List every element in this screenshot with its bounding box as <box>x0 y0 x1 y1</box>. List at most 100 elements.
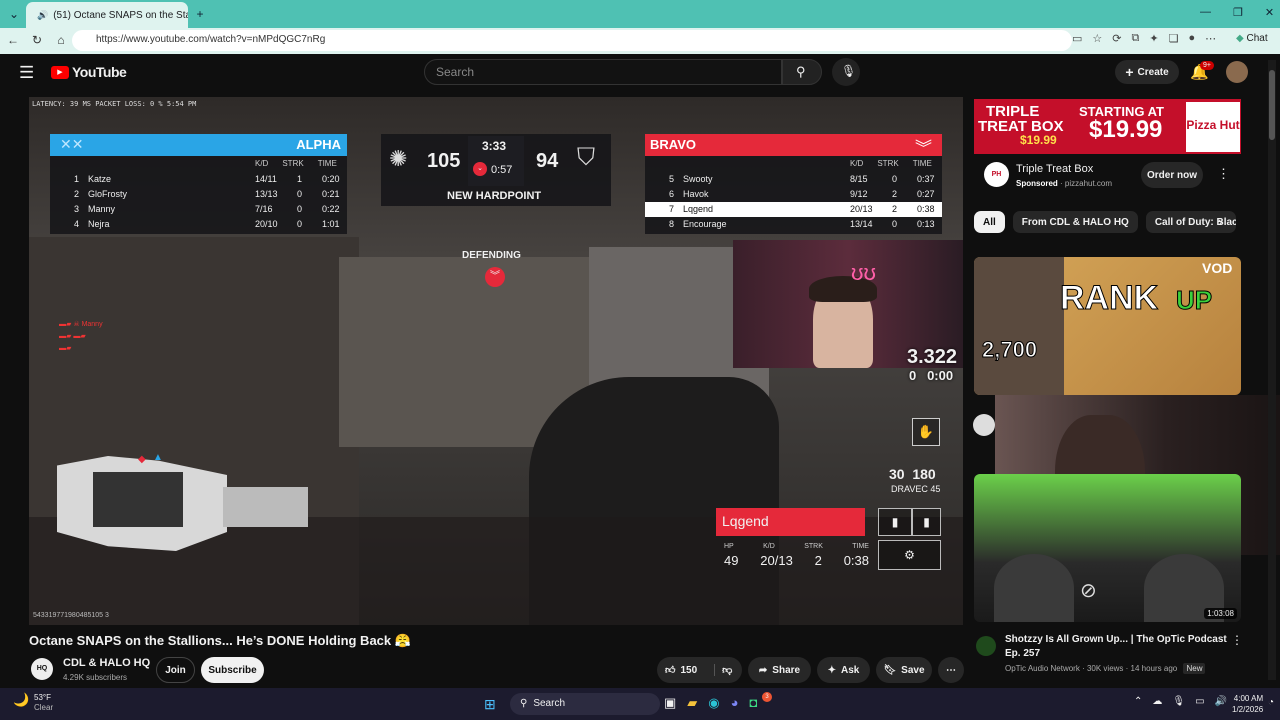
player-time: 0:20 <box>322 174 340 184</box>
voice-search-button[interactable]: 🎙 <box>832 58 860 86</box>
taskbar-clock[interactable]: 4:00 AM 1/2/2026 <box>1232 693 1263 715</box>
window-controls: — ❐ ✕ <box>1200 6 1274 19</box>
col-kd: K/D <box>255 159 269 168</box>
refresh-extension-icon[interactable]: ⟳ <box>1112 32 1121 45</box>
clock-time: 4:00 AM <box>1233 694 1264 703</box>
save-button[interactable]: 🔖︎ Save <box>876 657 932 683</box>
ad-price-small: $19.99 <box>1020 133 1057 147</box>
order-now-button[interactable]: Order now <box>1141 162 1203 188</box>
recommended-thumbnail-2[interactable]: ⊘ 1:03:08 <box>974 474 1241 622</box>
mic-icon[interactable]: 🎙 <box>1172 696 1185 707</box>
like-button[interactable]: 👍︎ 150 <box>665 664 697 677</box>
menu-icon[interactable]: ☰ <box>19 63 34 83</box>
tab-list-icon[interactable]: ⌄ <box>4 4 24 24</box>
channel-name[interactable]: CDL & HALO HQ <box>63 657 150 669</box>
weather-temp: 53°F <box>34 693 51 702</box>
chips-next-icon[interactable]: › <box>1218 214 1222 229</box>
score-right: 94 <box>536 150 559 172</box>
search-input[interactable]: Search <box>424 59 782 85</box>
player-number: 2 <box>74 189 80 199</box>
video-player[interactable]: LATENCY: 39 MS PACKET LOSS: 0 % 5:54 PM … <box>29 97 963 625</box>
ad-banner[interactable]: TRIPLE TREAT BOX $19.99 STARTING AT $19.… <box>974 99 1241 199</box>
dislike-button[interactable]: 👎︎ <box>714 664 732 676</box>
player-time: 0:37 <box>917 174 935 184</box>
channel-avatar-2[interactable] <box>973 414 995 436</box>
discord-icon[interactable]: ◕ <box>731 695 739 711</box>
player-streak: 2 <box>892 204 898 214</box>
youtube-logo[interactable]: ▶ YouTube <box>51 64 127 80</box>
maximize-icon[interactable]: ❐ <box>1233 6 1243 19</box>
minimize-icon[interactable]: — <box>1200 6 1211 19</box>
extension-icon[interactable]: ⧉ <box>1132 32 1140 45</box>
subscribe-button[interactable]: Subscribe <box>201 657 264 683</box>
stat-label-kd: K/D <box>763 543 775 550</box>
reload-icon[interactable]: ↻ <box>27 30 47 50</box>
display-icon[interactable]: ▭ <box>1195 696 1204 707</box>
channel-avatar[interactable]: HQ <box>31 658 53 680</box>
player-number: 6 <box>669 189 675 199</box>
alpha-player-row: 2 GloFrosty 13/13 0 0:21 <box>50 187 347 202</box>
tray-chevron-icon[interactable]: ⌃ <box>1134 696 1142 707</box>
weather-icon[interactable]: 🌙 <box>13 692 29 708</box>
col-kd: K/D <box>850 159 864 168</box>
profile-icon[interactable]: ● <box>1188 32 1195 45</box>
scrollbar-thumb[interactable] <box>1269 70 1275 140</box>
player-streak: 0 <box>297 189 303 199</box>
player-name: Encourage <box>683 219 727 229</box>
search-button[interactable]: ⚲ <box>782 59 822 85</box>
speaker-icon[interactable]: 🔊 <box>37 10 48 21</box>
player-name: Manny <box>88 204 116 214</box>
chip-channel[interactable]: From CDL & HALO HQ <box>1012 211 1138 233</box>
windows-start-icon[interactable]: ⊞ <box>484 696 496 713</box>
recommended-thumbnail-1[interactable]: VOD RANK UP 2,700 <box>974 257 1241 395</box>
collections-icon[interactable]: ❏ <box>1169 32 1179 45</box>
join-button[interactable]: Join <box>156 657 195 683</box>
ad-more-icon[interactable]: ⋮ <box>1217 166 1230 182</box>
new-tab-icon[interactable]: + <box>190 4 210 24</box>
col-time: TIME <box>912 159 932 168</box>
bookmark-icon: 🔖︎ <box>883 664 897 676</box>
recommended-title[interactable]: Shotzzy Is All Grown Up... | The OpTic P… <box>1005 633 1227 661</box>
back-icon[interactable]: ← <box>3 30 23 50</box>
taskbar-search-icon: ⚲ <box>520 698 528 709</box>
optic-logo-icon: ⊘ <box>1080 580 1097 602</box>
player-number: 7 <box>669 204 675 214</box>
weather-widget[interactable]: 53°F Clear <box>34 693 53 713</box>
browser-tab[interactable]: 🔊 (51) Octane SNAPS on the Sta ✕ <box>26 2 188 28</box>
recommended-more-icon[interactable]: ⋮ <box>1231 633 1243 647</box>
more-menu-icon[interactable]: ⋯ <box>1205 32 1216 45</box>
join-label: Join <box>165 664 186 676</box>
chip-all[interactable]: All <box>974 211 1005 233</box>
close-window-icon[interactable]: ✕ <box>1265 6 1274 19</box>
volume-icon[interactable]: 🔊 <box>1215 696 1227 707</box>
more-actions-button[interactable]: ⋯ <box>938 657 964 683</box>
player-time: 0:38 <box>917 204 935 214</box>
stat-label-time: TIME <box>852 543 869 550</box>
puzzle-icon[interactable]: ✦ <box>1149 32 1158 45</box>
create-button[interactable]: + Create <box>1115 60 1179 84</box>
app-icon[interactable]: ◘ <box>750 695 758 711</box>
address-bar[interactable]: https://www.youtube.com/watch?v=nMPdQGC7… <box>72 30 1072 51</box>
subscribe-label: Subscribe <box>208 664 257 676</box>
favorite-star-icon[interactable]: ☆ <box>1092 32 1102 45</box>
reader-icon[interactable]: ▭ <box>1072 32 1082 45</box>
copilot-chat-button[interactable]: ◆ Chat <box>1236 33 1268 44</box>
share-label: Share <box>772 664 801 676</box>
edge-browser-icon[interactable]: ◉ <box>708 695 719 711</box>
user-avatar[interactable] <box>1226 61 1248 83</box>
taskbar-search[interactable]: ⚲ Search <box>510 693 660 715</box>
share-button[interactable]: ➦ Share <box>748 657 811 683</box>
optic-channel-avatar[interactable] <box>976 636 996 656</box>
thumb2-person-left <box>994 554 1074 622</box>
alpha-team-name: ALPHA <box>296 137 341 152</box>
notification-center-icon[interactable]: ◔ <box>1268 697 1274 708</box>
home-icon[interactable]: ⌂ <box>51 30 71 50</box>
cloud-icon[interactable]: ☁ <box>1152 696 1162 707</box>
player-name: Havok <box>683 189 709 199</box>
page-scrollbar[interactable] <box>1268 60 1276 680</box>
ask-button[interactable]: ✦ Ask <box>817 657 870 683</box>
task-view-icon[interactable]: ▣ <box>664 695 676 711</box>
thumb1-rank: RANK <box>1059 279 1159 318</box>
extension-icons: ▭ ☆ ⟳ ⧉ ✦ ❏ ● ⋯ <box>1072 32 1216 45</box>
file-explorer-icon[interactable]: ▰ <box>687 695 697 711</box>
